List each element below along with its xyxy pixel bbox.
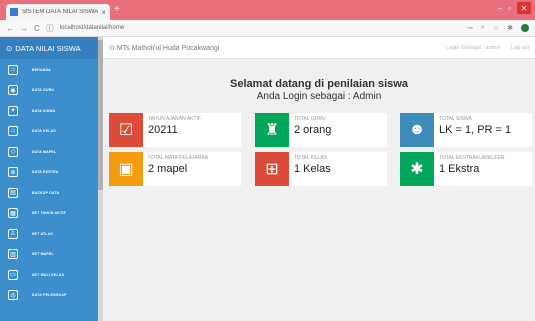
school-icon: ⊙ [109,44,115,52]
sidebar: ⊙ DATA NILAI SISWA ⌂ BERANDA ◉ DATA GURU ✦… [0,37,98,321]
sidebar-item-label: DATA SISWA [32,108,56,113]
document-icon: ▣ [109,152,143,186]
sidebar-item-beranda[interactable]: ⌂ BERANDA [0,60,98,80]
sidebar-item-label: SET TAHUN AKTIF [32,211,66,216]
window-controls: – ▫ ✕ [498,2,531,14]
sidebar-item-label: BERANDA [32,67,51,72]
class-icon: ⌂ [8,126,18,137]
card-value: 2 orang [294,124,332,136]
card-total-siswa: ☻ TOTAL SISWA LK = 1, PR = 1 [400,113,532,147]
sidebar-item-label: DATA MAPEL [32,149,57,154]
sidebar-item-backup-data[interactable]: ▤ BACKUP DATA [0,183,98,203]
sidebar-item-data-guru[interactable]: ◉ DATA GURU [0,81,98,101]
sidebar-item-label: SET WALI KELAS [32,272,65,277]
sidebar-item-set-mapel[interactable]: ▥ SET MAPEL [0,245,98,265]
card-label: TOTAL MATA PELAJARAN [148,155,209,161]
favicon-icon [10,8,18,16]
card-value: LK = 1, PR = 1 [439,124,512,136]
sidebar-item-label: DATA EKSTRA [32,170,59,175]
calendar-icon: ▦ [8,208,18,219]
zoom-icon[interactable]: ⌕ [481,24,485,32]
settings-icon: ◎ [8,290,18,301]
sidebar-item-data-pelengkap[interactable]: ◎ DATA PELENGKAP [0,286,98,306]
calendar-check-icon: ☑ [109,113,143,147]
sidebar-item-set-tahun-aktif[interactable]: ▦ SET TAHUN AKTIF [0,204,98,224]
card-label: TOTAL GURU [294,116,326,122]
sidebar-item-label: DATA KELAS [32,129,56,134]
users-icon: ☻ [400,113,434,147]
asterisk-icon: ✱ [400,152,434,186]
sidebar-item-label: BACKUP DATA [32,190,60,195]
welcome-section: Selamat datang di penilaian siswa Anda L… [103,78,535,102]
url-field[interactable]: localhost/datanilai/home [60,25,467,31]
brand-icon: ⊙ [6,43,13,53]
sidebar-item-data-siswa[interactable]: ✦ DATA SISWA [0,101,98,121]
card-label: TOTAL SISWA [439,116,472,122]
card-label: TOTAL KELAS [294,155,327,161]
homeroom-icon: ▭ [8,269,18,280]
teacher-icon: ♜ [255,113,289,147]
card-total-mapel: ▣ TOTAL MATA PELAJARAN 2 mapel [109,152,241,186]
sidebar-item-data-kelas[interactable]: ⌂ DATA KELAS [0,122,98,142]
browser-tab[interactable]: SISTEM DATA NILAI SISWA × [6,4,110,20]
subject-icon: ◇ [8,146,18,157]
close-window-button[interactable]: ✕ [517,2,531,14]
brand-title: DATA NILAI SISWA [15,43,81,53]
bookmark-star-icon[interactable]: ☆ [493,24,499,32]
minimize-button[interactable]: – [498,4,502,13]
reload-button[interactable]: C [34,24,40,33]
card-label: TOTAL EKSTRAKURIKULER [439,155,505,161]
key-icon[interactable]: ⊸ [467,24,473,32]
sidebar-item-label: DATA PELENGKAP [32,293,67,298]
extracurricular-icon: ⊕ [8,167,18,178]
card-total-guru: ♜ TOTAL GURU 2 orang [255,113,387,147]
user-icon: ♙ [8,228,18,239]
card-total-kelas: ⊞ TOTAL KELAS 1 Kelas [255,152,387,186]
extensions-icon[interactable]: ✱ [507,24,513,32]
card-value: 1 Ekstra [439,163,480,175]
logout-link[interactable]: Log out [511,45,529,51]
browser-tabbar: SISTEM DATA NILAI SISWA × + – ▫ ✕ [0,0,535,20]
sidebar-item-label: SET ATLAS [32,231,53,236]
profile-avatar[interactable] [521,24,529,32]
card-value: 1 Kelas [294,163,331,175]
classroom-icon: ⊞ [255,152,289,186]
book-icon: ▥ [8,249,18,260]
tab-title: SISTEM DATA NILAI SISWA [22,9,99,15]
teacher-icon: ◉ [8,85,18,96]
school-title: MTs Matholi'ul Huda Pucakwangi [116,44,220,52]
home-icon: ⌂ [8,64,18,75]
sidebar-item-data-ekstra[interactable]: ⊕ DATA EKSTRA [0,163,98,183]
card-tahun-ajaran: ☑ TAHUN AJARAN AKTIF 20211 [109,113,241,147]
back-button[interactable]: ← [6,24,14,33]
students-icon: ✦ [8,105,18,116]
database-icon: ▤ [8,187,18,198]
sidebar-item-set-atlas[interactable]: ♙ SET ATLAS [0,224,98,244]
sidebar-item-label: SET MAPEL [32,252,54,257]
content-header: ⊙ MTs Matholi'ul Huda Pucakwangi Login S… [103,37,535,59]
card-value: 20211 [148,124,178,136]
login-as-text: Login Sebagai : admin [445,44,501,51]
school-name: ⊙ MTs Matholi'ul Huda Pucakwangi [109,44,446,52]
maximize-button[interactable]: ▫ [508,4,511,13]
sidebar-item-data-mapel[interactable]: ◇ DATA MAPEL [0,142,98,162]
address-bar: ← → C ⓘ localhost/datanilai/home ⊸ ⌕ ☆ ✱ [0,20,535,37]
card-total-ekstra: ✱ TOTAL EKSTRAKURIKULER 1 Ekstra [400,152,532,186]
card-value: 2 mapel [148,163,188,175]
welcome-title: Selamat datang di penilaian siswa [230,78,408,90]
welcome-subtitle: Anda Login sebagai : Admin [256,91,382,102]
sidebar-item-label: DATA GURU [32,88,55,93]
sidebar-scroll-thumb[interactable] [98,40,103,190]
sidebar-brand[interactable]: ⊙ DATA NILAI SISWA [0,37,98,59]
new-tab-button[interactable]: + [114,4,120,16]
forward-button[interactable]: → [20,24,28,33]
site-info-icon[interactable]: ⓘ [46,23,54,34]
sidebar-item-set-wali-kelas[interactable]: ▭ SET WALI KELAS [0,265,98,285]
tab-close-button[interactable]: × [101,8,106,17]
card-label: TAHUN AJARAN AKTIF [148,116,201,122]
